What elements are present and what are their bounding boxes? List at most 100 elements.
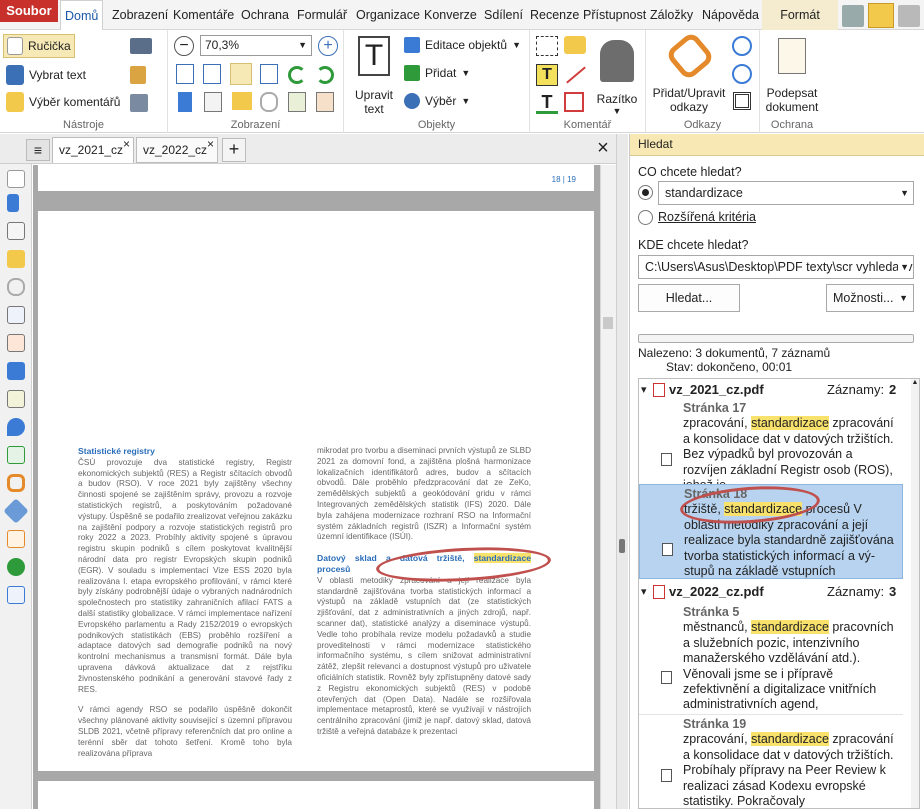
pages-panel-icon[interactable] bbox=[7, 222, 25, 240]
results-scrollbar[interactable]: ▲ bbox=[911, 379, 919, 808]
compare-panel-icon[interactable] bbox=[7, 530, 25, 548]
select-text-button[interactable]: Vybrat text bbox=[6, 65, 86, 85]
note-icon[interactable] bbox=[564, 36, 586, 54]
clipboard-icon[interactable] bbox=[130, 66, 146, 84]
folder-search-icon[interactable] bbox=[868, 3, 894, 28]
actual-size-icon[interactable] bbox=[176, 64, 194, 84]
new-tab-icon[interactable]: + bbox=[222, 138, 246, 162]
typewriter-icon[interactable] bbox=[536, 36, 558, 56]
rectangle-icon[interactable] bbox=[564, 92, 584, 112]
menu-tab-konverze[interactable]: Konverze bbox=[420, 0, 481, 30]
rotate-right-icon[interactable] bbox=[316, 66, 334, 84]
hand-tool-button[interactable]: Ručička bbox=[3, 34, 75, 58]
comments-panel-icon[interactable] bbox=[7, 250, 25, 268]
links-panel-icon[interactable] bbox=[7, 474, 25, 492]
panel-splitter[interactable] bbox=[616, 134, 628, 809]
search-results-list[interactable]: ▾ vz_2021_cz.pdf Záznamy: 2 Stránka 17 z… bbox=[638, 378, 920, 809]
stamp-button[interactable]: Razítko ▼ bbox=[592, 36, 642, 116]
reading-order-icon[interactable] bbox=[7, 586, 25, 604]
bookmark-icon[interactable] bbox=[178, 92, 192, 112]
menu-tab-organizace[interactable]: Organizace bbox=[352, 0, 424, 30]
menu-tab-sdileni[interactable]: Sdílení bbox=[480, 0, 527, 30]
menu-tab-soubor[interactable]: Soubor bbox=[0, 0, 58, 22]
pages-icon[interactable] bbox=[204, 92, 222, 112]
result-item[interactable]: Stránka 19 zpracování, standardizace zpr… bbox=[639, 717, 903, 808]
zoom-in-icon[interactable]: + bbox=[318, 36, 338, 56]
doc-tab-vz-2021[interactable]: vz_2021_cz × bbox=[52, 137, 134, 163]
add-object-button[interactable]: Přidat ▼ bbox=[404, 65, 470, 81]
edit-object-button[interactable]: Editace objektů ▼ bbox=[404, 37, 521, 53]
menu-tab-zobrazeni[interactable]: Zobrazení bbox=[108, 0, 172, 30]
menu-tab-domu[interactable]: Domů bbox=[60, 0, 104, 31]
thumbnails-icon[interactable] bbox=[7, 170, 25, 188]
globe-add-icon[interactable] bbox=[732, 36, 752, 56]
select-object-button[interactable]: Výběr ▼ bbox=[404, 93, 470, 109]
fit-width-icon[interactable] bbox=[230, 63, 252, 85]
close-tab-icon[interactable]: × bbox=[123, 132, 130, 156]
add-edit-links-button[interactable]: Přidat/Upravit odkazy bbox=[648, 30, 730, 114]
tag-icon[interactable] bbox=[3, 498, 29, 524]
content-panel-icon[interactable] bbox=[7, 306, 25, 324]
collapse-icon[interactable]: ▾ bbox=[641, 379, 647, 401]
structure-panel-icon[interactable] bbox=[7, 446, 25, 464]
highlight-text-icon[interactable]: T bbox=[536, 64, 558, 86]
menu-tab-ochrana[interactable]: Ochrana bbox=[237, 0, 293, 30]
menu-tab-format[interactable]: Formát bbox=[762, 0, 838, 30]
vertical-scrollbar[interactable] bbox=[600, 165, 616, 809]
document-viewport[interactable]: 18 | 19 Statistické registry ČSÚ provozu… bbox=[33, 165, 616, 809]
signatures-panel-icon[interactable] bbox=[7, 334, 25, 352]
advanced-criteria-link[interactable]: Rozšířená kritéria bbox=[658, 210, 756, 224]
zoom-out-icon[interactable]: − bbox=[174, 36, 194, 56]
close-document-icon[interactable]: × bbox=[592, 138, 614, 160]
menu-tab-pristupnost[interactable]: Přístupnost bbox=[579, 0, 650, 30]
underline-text-icon[interactable]: T bbox=[536, 92, 558, 114]
content-icon[interactable] bbox=[316, 92, 334, 112]
search-term-input[interactable]: standardizace ▼ bbox=[658, 181, 914, 205]
search-doc-icon[interactable] bbox=[842, 5, 864, 27]
close-tab-icon[interactable]: × bbox=[207, 132, 214, 156]
advanced-search-radio[interactable] bbox=[638, 210, 653, 225]
comment-list-icon[interactable] bbox=[232, 92, 252, 110]
menu-tab-zalozky[interactable]: Záložky bbox=[646, 0, 697, 30]
attachment-icon[interactable] bbox=[260, 92, 278, 112]
collapse-handle-icon[interactable] bbox=[619, 539, 625, 553]
result-file[interactable]: ▾ vz_2021_cz.pdf Záznamy: 2 bbox=[639, 379, 909, 401]
menu-icon[interactable]: ≡ bbox=[26, 139, 50, 161]
zoom-select[interactable]: 70,3% ▼ bbox=[200, 35, 312, 56]
scroll-up-icon[interactable]: ▲ bbox=[911, 379, 919, 389]
edit-text-button[interactable]: T Upravit text bbox=[350, 36, 398, 116]
fit-visible-icon[interactable] bbox=[260, 64, 278, 84]
fit-page-icon[interactable] bbox=[203, 64, 221, 84]
arrow-icon[interactable] bbox=[566, 66, 586, 84]
select-comment-button[interactable]: Výběr komentářů bbox=[6, 92, 120, 112]
qr-code-icon[interactable] bbox=[733, 92, 751, 110]
globe-remove-icon[interactable] bbox=[732, 64, 752, 84]
rotate-left-icon[interactable] bbox=[288, 66, 306, 84]
layers-panel-icon[interactable] bbox=[7, 362, 25, 380]
tags-panel-icon[interactable] bbox=[7, 390, 25, 408]
collapse-icon[interactable]: ▾ bbox=[641, 581, 647, 603]
result-item[interactable]: Stránka 5 městnanců, standardizace praco… bbox=[639, 605, 903, 715]
search-button[interactable]: Hledat... bbox=[638, 284, 740, 312]
sign-document-button[interactable]: Podepsat dokument bbox=[762, 36, 822, 114]
options-button[interactable]: Možnosti... ▼ bbox=[826, 284, 914, 312]
menu-tab-formular[interactable]: Formulář bbox=[293, 0, 351, 30]
folder-icon[interactable] bbox=[898, 5, 920, 27]
scroll-thumb[interactable] bbox=[603, 317, 613, 329]
result-file[interactable]: ▾ vz_2022_cz.pdf Záznamy: 3 bbox=[639, 581, 909, 603]
basic-search-radio[interactable] bbox=[638, 185, 653, 200]
menu-tab-napoveda[interactable]: Nápověda bbox=[698, 0, 763, 30]
result-item-selected[interactable]: Stránka 18 tržiště, standardizace proces… bbox=[639, 482, 903, 579]
page-tools-icon[interactable] bbox=[130, 94, 148, 112]
search-location-select[interactable]: C:\Users\Asus\Desktop\PDF texty\scr vyhl… bbox=[638, 255, 914, 279]
menu-tab-komentare[interactable]: Komentáře bbox=[169, 0, 238, 30]
layers-icon[interactable] bbox=[288, 92, 306, 112]
snapshot-icon[interactable] bbox=[130, 38, 152, 54]
doc-tab-vz-2022[interactable]: vz_2022_cz × bbox=[136, 137, 218, 163]
location-panel-icon[interactable] bbox=[7, 418, 25, 436]
accessibility-icon[interactable] bbox=[7, 558, 25, 576]
menu-tab-recenze[interactable]: Recenze bbox=[526, 0, 583, 30]
bookmarks-icon[interactable] bbox=[7, 194, 19, 212]
result-item[interactable]: Stránka 17 zpracování, standardizace zpr… bbox=[639, 401, 903, 492]
attachments-panel-icon[interactable] bbox=[7, 278, 25, 296]
